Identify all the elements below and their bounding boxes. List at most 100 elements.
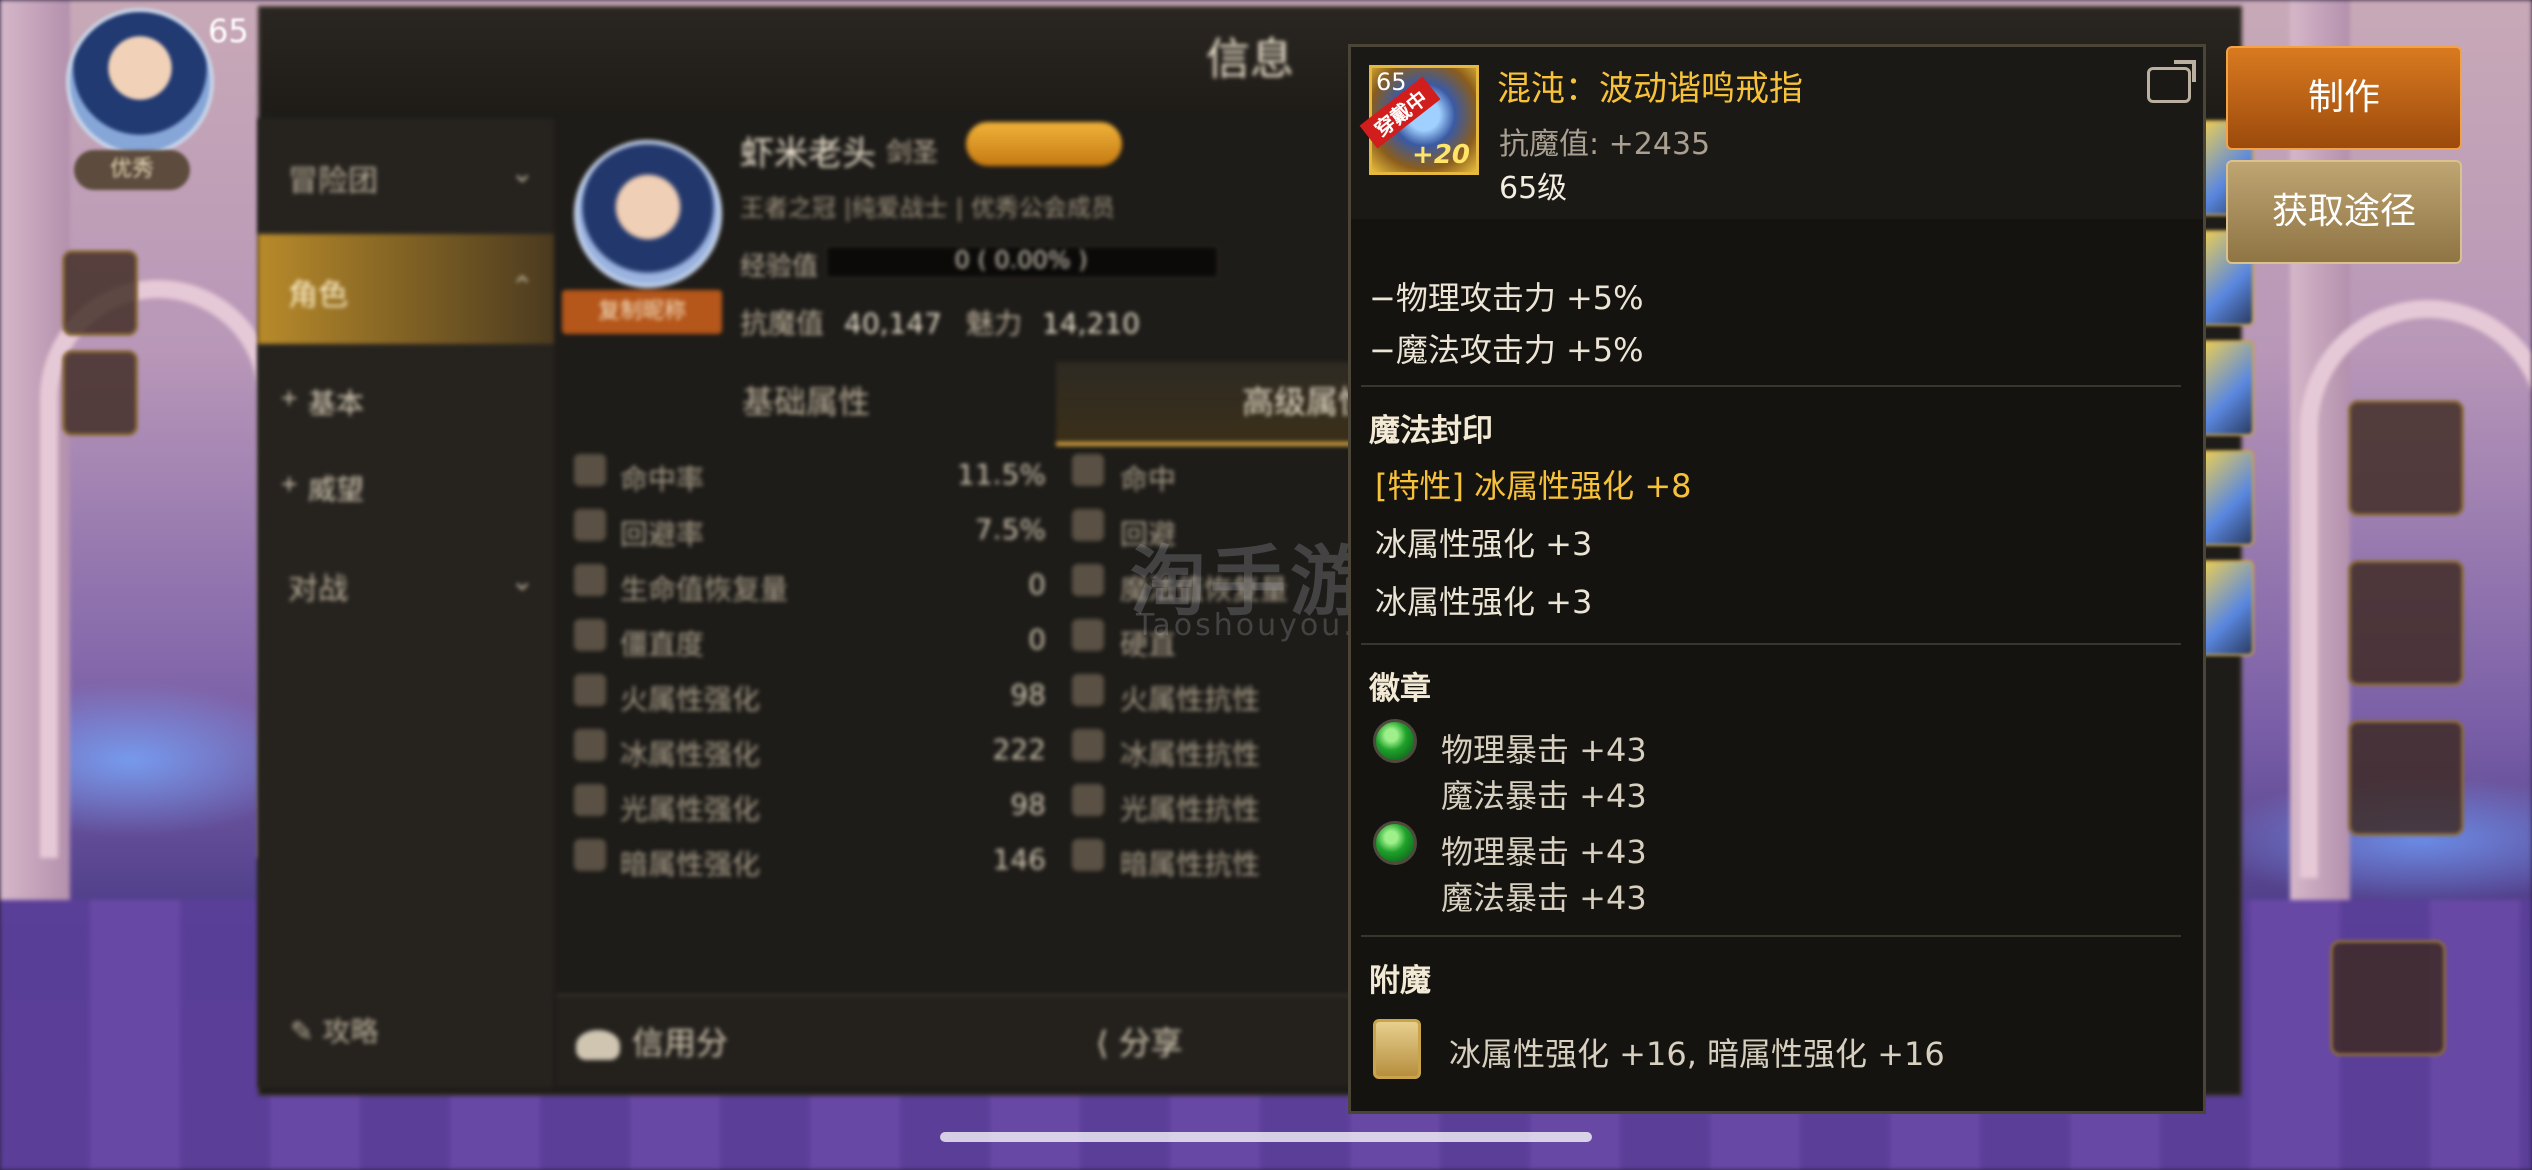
guide-label: 攻略 xyxy=(322,1015,379,1048)
stat-name: 火属性强化 xyxy=(620,683,761,716)
fire-icon xyxy=(574,674,606,706)
light-icon xyxy=(1072,784,1104,816)
guild-icon[interactable] xyxy=(62,350,138,436)
stat-value: 222 xyxy=(992,733,1046,766)
stat-icon xyxy=(1072,454,1104,486)
share-icon[interactable] xyxy=(2147,67,2191,103)
title-badge[interactable] xyxy=(966,122,1122,166)
enhance-level: +20 xyxy=(1412,140,1470,170)
ice-icon xyxy=(574,729,606,761)
acquisition-button[interactable]: 获取途径 xyxy=(2226,160,2462,264)
craft-button[interactable]: 制作 xyxy=(2226,46,2462,150)
light-icon xyxy=(574,784,606,816)
stat-icon xyxy=(574,619,606,651)
emblem-line: 物理暴击 +43 xyxy=(1441,833,1647,871)
green-emblem-icon xyxy=(1373,719,1417,763)
stat-name: 火属性抗性 xyxy=(1120,683,1261,716)
stat-value: 98 xyxy=(1010,678,1046,711)
chevron-up-icon: ⌃ xyxy=(510,270,534,303)
charm-label: 魅力 xyxy=(966,307,1023,340)
stat-icon xyxy=(574,564,606,596)
sidebar-item-basic[interactable]: + 基本 xyxy=(258,356,554,440)
sidebar-item-label: 基本 xyxy=(308,387,365,420)
divider xyxy=(1361,1113,2181,1114)
tab-basic-attributes[interactable]: 基础属性 xyxy=(556,362,1056,442)
sidebar-item-adventure-team[interactable]: 冒险团 ⌄ xyxy=(258,120,554,230)
divider xyxy=(1361,385,2181,387)
stat-value: 0 xyxy=(1028,623,1046,656)
seal-trait-line: [特性] 冰属性强化 +8 xyxy=(1375,467,1692,505)
magic-seal-title: 魔法封印 xyxy=(1369,413,1493,449)
effect-line: −物理攻击力 +5% xyxy=(1369,279,1644,317)
stat-name: 回避率 xyxy=(620,518,705,551)
stat-name: 冰属性抗性 xyxy=(1120,738,1261,771)
share-button[interactable]: ⟨ 分享 xyxy=(1096,1018,1183,1064)
stat-value: 7.5% xyxy=(974,513,1046,546)
bullet-icon: + xyxy=(280,386,299,411)
stat-name: 僵直度 xyxy=(620,628,705,661)
stat-icon xyxy=(1072,619,1104,651)
character-avatar xyxy=(574,140,722,288)
ring-item-icon: 65 穿戴中 +20 xyxy=(1359,65,1479,175)
player-tag-pill[interactable]: 优秀 xyxy=(74,150,190,190)
character-class: 剑圣 xyxy=(886,138,939,168)
player-avatar[interactable] xyxy=(66,8,214,156)
divider xyxy=(1361,643,2181,645)
sidebar-item-character[interactable]: 角色 ⌃ xyxy=(258,234,554,344)
effect-line: −魔法攻击力 +5% xyxy=(1369,331,1644,369)
stat-icon xyxy=(1072,509,1104,541)
stat-name: 命中率 xyxy=(620,463,705,496)
users-icon xyxy=(576,1030,620,1060)
item-tooltip: 65 穿戴中 +20 混沌：波动谐鸣戒指 抗魔值: +2435 65级 −物理攻… xyxy=(1348,44,2206,1114)
npc-icon[interactable] xyxy=(2330,940,2446,1056)
home-indicator[interactable] xyxy=(940,1132,1592,1142)
emblem-line: 物理暴击 +43 xyxy=(1441,731,1647,769)
stat-name: 暗属性抗性 xyxy=(1120,848,1261,881)
enchant-card-icon xyxy=(1373,1019,1421,1079)
stat-name: 命中 xyxy=(1120,463,1177,496)
seal-line: 冰属性强化 +3 xyxy=(1375,525,1593,563)
fire-icon xyxy=(1072,674,1104,706)
guide-link[interactable]: ✎ 攻略 xyxy=(290,1010,378,1050)
sidebar-item-prestige[interactable]: + 威望 xyxy=(258,442,554,526)
emblem-line: 魔法暴击 +43 xyxy=(1441,777,1647,815)
moon-icon xyxy=(574,839,606,871)
item-level: 65级 xyxy=(1499,171,1568,206)
copy-nickname-button[interactable]: 复制昵称 xyxy=(562,290,722,334)
guide-icon: ✎ xyxy=(290,1015,323,1048)
stat-value: 0 xyxy=(1028,568,1046,601)
emblem-line: 魔法暴击 +43 xyxy=(1441,879,1647,917)
arena-icon[interactable] xyxy=(2348,400,2464,516)
resist-value: 40,147 xyxy=(844,307,942,340)
green-emblem-icon xyxy=(1373,821,1417,865)
ice-icon xyxy=(1072,729,1104,761)
stat-name: 暗属性强化 xyxy=(620,848,761,881)
info-sidebar: 冒险团 ⌄ 角色 ⌃ + 基本 + 威望 对战 ⌄ xyxy=(258,118,554,1088)
credit-score-button[interactable]: 信用分 xyxy=(576,1018,728,1064)
shield-icon[interactable] xyxy=(2348,560,2464,686)
shop-icon[interactable] xyxy=(2348,720,2464,836)
scroll-icon[interactable] xyxy=(62,250,138,336)
share-icon: ⟨ xyxy=(1096,1024,1119,1062)
credit-score-label: 信用分 xyxy=(632,1024,729,1062)
exp-label: 经验值 xyxy=(740,252,819,282)
stat-name: 光属性抗性 xyxy=(1120,793,1261,826)
charm-value: 14,210 xyxy=(1042,307,1140,340)
enchant-line: 冰属性强化 +16, 暗属性强化 +16 xyxy=(1449,1035,1945,1073)
profile-stats: 抗魔值 40,147 魅力 14,210 xyxy=(740,302,1164,342)
tooltip-header: 65 穿戴中 +20 混沌：波动谐鸣戒指 抗魔值: +2435 65级 xyxy=(1351,47,2203,219)
resist-label: 抗魔值 xyxy=(740,307,825,340)
sidebar-item-label: 冒险团 xyxy=(288,164,378,199)
divider xyxy=(1361,935,2181,937)
share-label: 分享 xyxy=(1118,1024,1183,1062)
stat-icon xyxy=(574,454,606,486)
sidebar-item-pvp[interactable]: 对战 ⌄ xyxy=(258,528,554,638)
seal-line: 冰属性强化 +3 xyxy=(1375,583,1593,621)
stat-icon xyxy=(1072,564,1104,596)
item-resist: 抗魔值: +2435 xyxy=(1499,127,1711,162)
chevron-down-icon: ⌄ xyxy=(510,564,534,597)
item-name: 混沌：波动谐鸣戒指 xyxy=(1497,69,1803,109)
exp-value: 0 ( 0.00% ) xyxy=(954,246,1088,274)
stat-name: 生命值恢复量 xyxy=(620,573,789,606)
bullet-icon: + xyxy=(280,472,299,497)
